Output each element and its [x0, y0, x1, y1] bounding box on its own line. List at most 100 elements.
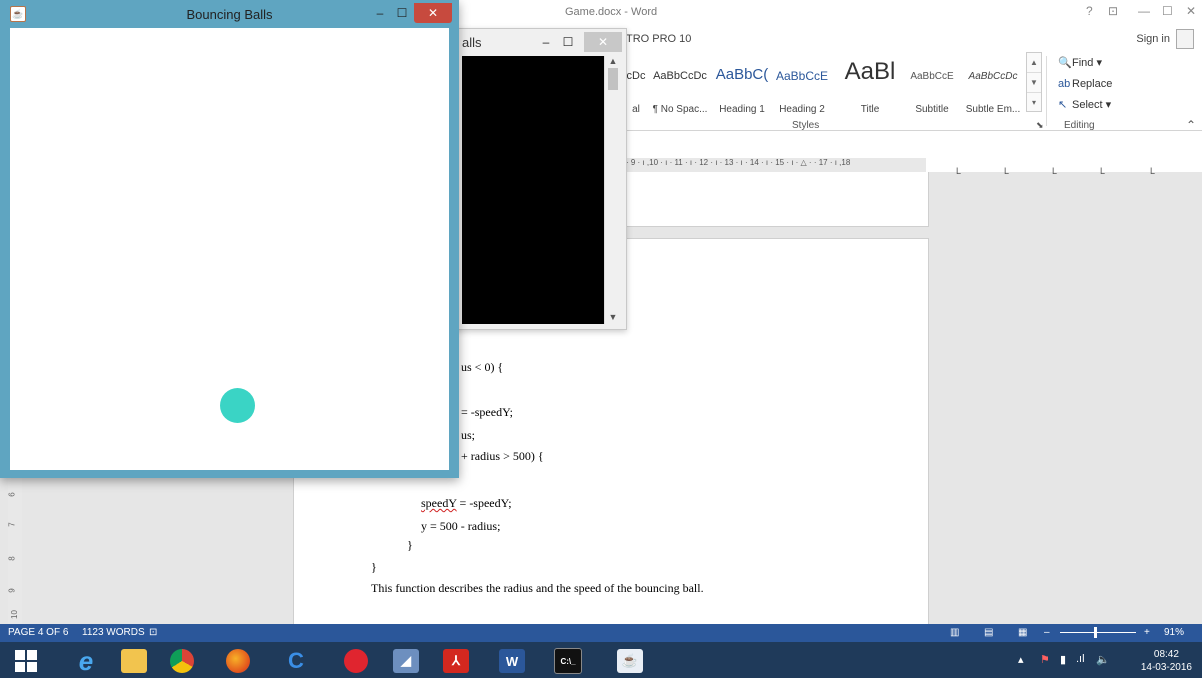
red-app-icon[interactable] [334, 646, 378, 676]
sign-in-link[interactable]: Sign in [1136, 33, 1170, 45]
network-icon[interactable]: .ıl [1076, 653, 1085, 665]
window-title: Bouncing Balls [186, 7, 273, 22]
command-prompt-icon[interactable]: C:\_ [546, 646, 590, 676]
style-name: Subtitle [915, 104, 949, 115]
read-mode-icon[interactable]: ▥ [950, 627, 959, 638]
zoom-out-icon[interactable]: – [1044, 627, 1050, 638]
style-heading-1[interactable]: AaBbC( Heading 1 [714, 50, 770, 115]
scroll-up-icon[interactable]: ▲ [605, 56, 621, 66]
word-close-button[interactable]: ✕ [1186, 4, 1196, 18]
word-count[interactable]: 1123 WORDS [82, 627, 145, 638]
print-layout-icon[interactable]: ▤ [984, 627, 993, 638]
bouncing-balls-window-back[interactable]: alls – ☐ ✕ ▲ ▼ [447, 28, 627, 330]
editing-group-label: Editing [1064, 120, 1095, 131]
style-normal[interactable]: cDc al [626, 50, 646, 115]
clock-time: 08:42 [1153, 649, 1179, 660]
word-document-title: Game.docx - Word [565, 6, 658, 18]
style-no-spacing[interactable]: AaBbCcDc ¶ No Spac... [648, 50, 712, 115]
volume-icon[interactable]: 🔈 [1096, 653, 1110, 666]
gallery-up-icon[interactable]: ▲ [1027, 53, 1041, 73]
zoom-level[interactable]: 91% [1164, 627, 1184, 638]
ribbon-tab-fragment[interactable]: TRO PRO 10 [626, 33, 691, 45]
windows-logo-icon [15, 650, 37, 672]
find-label: Find ▾ [1072, 57, 1102, 69]
zoom-slider[interactable] [1060, 632, 1136, 633]
horizontal-ruler[interactable]: · 9 · ı ,10 · ı · 11 · ı · 12 · ı · 13 ·… [626, 158, 926, 172]
scroll-thumb[interactable] [608, 68, 618, 90]
file-explorer-icon[interactable] [112, 646, 156, 676]
style-name: Title [860, 104, 880, 115]
system-clock[interactable]: 08:42 14-03-2016 [1141, 648, 1192, 674]
maximize-icon[interactable]: ☐ [558, 32, 578, 52]
clock-date: 14-03-2016 [1140, 662, 1192, 673]
style-name: Subtle Em... [965, 104, 1021, 115]
misspelled-word[interactable]: speedY [421, 496, 457, 510]
style-name: ¶ No Spac... [652, 104, 708, 115]
zoom-slider-thumb[interactable] [1094, 627, 1097, 638]
maximize-icon[interactable]: ☐ [392, 3, 412, 23]
code-line: speedY = -speedY; [421, 496, 512, 511]
scroll-down-icon[interactable]: ▼ [605, 312, 621, 322]
code-text: = -speedY; [461, 405, 513, 419]
ribbon-separator [1046, 56, 1047, 126]
styles-dialog-launcher-icon[interactable]: ⬊ [1036, 120, 1044, 131]
proofing-icon[interactable]: ⊡ [149, 627, 157, 638]
close-icon[interactable]: ✕ [584, 32, 622, 52]
collapse-ribbon-icon[interactable]: ⌃ [1186, 118, 1196, 132]
ball-canvas[interactable] [10, 28, 449, 470]
vertical-scrollbar[interactable]: ▲ ▼ [604, 56, 621, 324]
web-layout-icon[interactable]: ▦ [1018, 627, 1027, 638]
ccleaner-icon[interactable]: C [274, 646, 318, 676]
replace-icon: ab [1058, 78, 1071, 90]
gallery-down-icon[interactable]: ▼ [1027, 73, 1041, 93]
minimize-icon[interactable]: – [536, 32, 556, 52]
tray-expand-icon[interactable]: ▴ [1018, 653, 1024, 666]
style-name: Heading 1 [719, 104, 765, 115]
code-line: us; [461, 428, 476, 442]
code-line: } [407, 538, 413, 552]
word-maximize-button[interactable]: ☐ [1162, 4, 1173, 18]
windows-taskbar: e C ◢ ⅄ W C:\_ ☕ ▴ ⚑ ▮ .ıl 🔈 08:42 14-03… [0, 642, 1202, 678]
word-status-bar: PAGE 4 OF 6 1123 WORDS ⊡ ▥ ▤ ▦ – + 91% [0, 624, 1202, 642]
vruler-mark: 6 [7, 492, 17, 497]
battery-icon[interactable]: ▮ [1060, 653, 1066, 666]
page-count[interactable]: PAGE 4 OF 6 [8, 627, 68, 638]
close-icon[interactable]: ✕ [414, 3, 452, 23]
gallery-more-icon[interactable]: ▾ [1027, 93, 1041, 112]
style-heading-2[interactable]: AaBbCcE Heading 2 [774, 50, 830, 115]
select-label: Select ▾ [1072, 99, 1112, 111]
help-button[interactable]: ? [1086, 4, 1093, 18]
style-subtle-emphasis[interactable]: AaBbCcDc Subtle Em... [964, 50, 1022, 115]
zoom-in-icon[interactable]: + [1144, 627, 1150, 638]
ribbon-display-options-button[interactable]: ⊡ [1108, 4, 1118, 18]
word-taskbar-icon[interactable]: W [490, 646, 534, 676]
chrome-icon[interactable] [160, 646, 204, 676]
action-center-icon[interactable]: ⚑ [1040, 653, 1050, 666]
java-taskbar-icon[interactable]: ☕ [608, 646, 652, 676]
styles-gallery-scroll[interactable]: ▲ ▼ ▾ [1026, 52, 1042, 112]
user-icon[interactable] [1176, 29, 1194, 49]
minimize-icon[interactable]: – [370, 3, 390, 23]
firefox-icon[interactable] [216, 646, 260, 676]
style-preview: AaBbCcE [910, 71, 954, 82]
code-line: = -speedY; [461, 405, 513, 420]
style-preview: AaBbCcDc [968, 71, 1018, 82]
style-preview: cDc [626, 70, 646, 82]
style-title[interactable]: AaBl Title [838, 50, 902, 115]
internet-explorer-icon[interactable]: e [64, 646, 108, 676]
vruler-mark: 8 [7, 556, 17, 561]
word-minimize-button[interactable]: — [1138, 4, 1150, 18]
start-button[interactable] [4, 646, 48, 676]
replace-button[interactable]: ab Replace [1058, 78, 1112, 90]
style-subtitle[interactable]: AaBbCcE Subtitle [904, 50, 960, 115]
find-button[interactable]: 🔍Find ▾ [1058, 56, 1102, 69]
tab-stop-icon: L [956, 166, 962, 176]
select-button[interactable]: ↖ Select ▾ [1058, 98, 1111, 111]
tab-stop-icon: L [1004, 166, 1010, 176]
code-line: } [371, 560, 377, 574]
tab-stop-icon: L [1150, 166, 1156, 176]
acrobat-icon[interactable]: ⅄ [434, 646, 478, 676]
code-line: y = 500 - radius; [421, 519, 501, 533]
blue-app-icon[interactable]: ◢ [384, 646, 428, 676]
bouncing-balls-window[interactable]: ☕ Bouncing Balls – ☐ ✕ [0, 0, 459, 478]
